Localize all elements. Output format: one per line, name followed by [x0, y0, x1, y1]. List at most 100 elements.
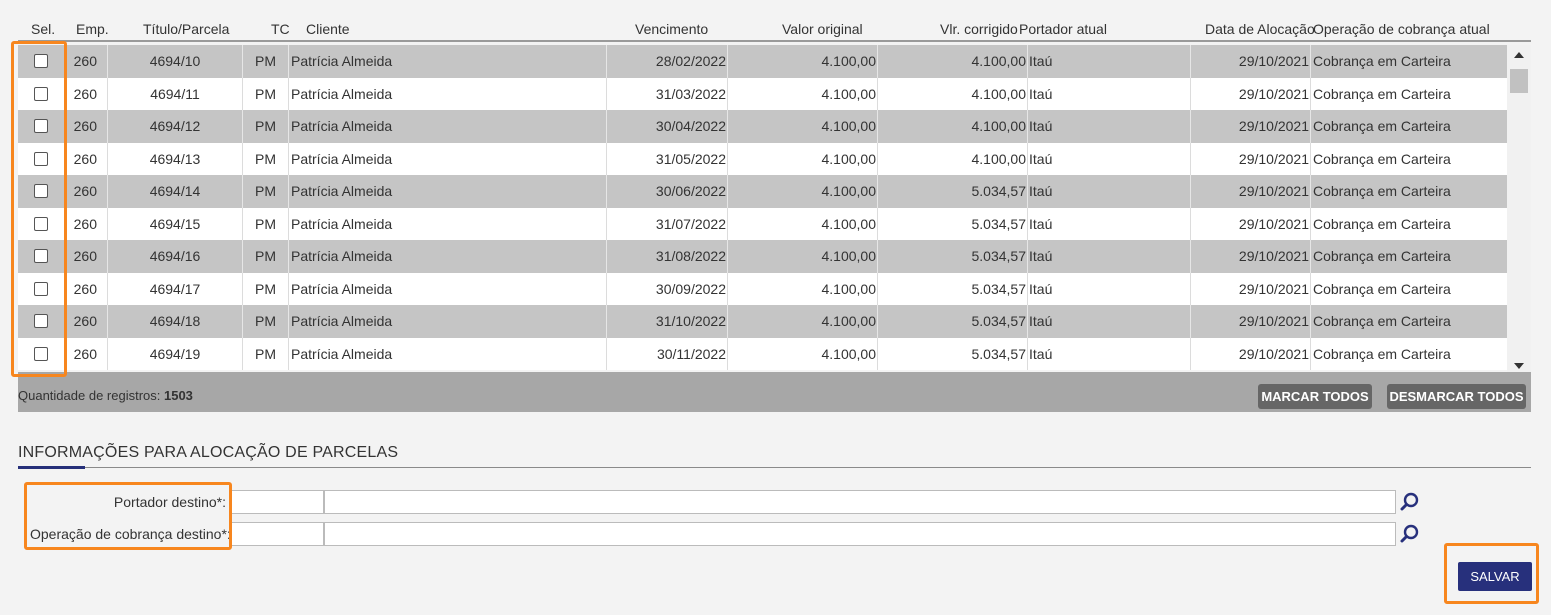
header-titulo[interactable]: Título/Parcela	[143, 21, 229, 37]
arrow-up-icon[interactable]	[1514, 52, 1524, 58]
select-cell	[18, 110, 65, 143]
row-checkbox[interactable]	[34, 184, 48, 198]
header-vencimento[interactable]: Vencimento	[635, 21, 708, 37]
table-row[interactable]: 260 4694/18 PM Patrícia Almeida 31/10/2022 4.…	[18, 305, 1507, 338]
scroll-thumb[interactable]	[1510, 69, 1528, 93]
cell-operacao: Cobrança em Carteira	[1313, 248, 1451, 264]
portador-destino-desc-input[interactable]	[324, 490, 1396, 514]
record-count-value: 1503	[163, 388, 193, 403]
cell-portador: Itaú	[1028, 337, 1191, 370]
row-checkbox[interactable]	[34, 216, 48, 231]
unmark-all-button[interactable]: DESMARCAR TODOS	[1387, 384, 1526, 409]
header-emp[interactable]: Emp.	[76, 21, 109, 37]
row-checkbox[interactable]	[34, 119, 48, 133]
table-row[interactable]: 260 4694/19 PM Patrícia Almeida 30/11/2022 4.…	[18, 337, 1507, 370]
cell-emp: 260	[65, 240, 108, 273]
cell-titulo: 4694/19	[108, 337, 243, 370]
cell-tc: PM	[243, 142, 289, 175]
row-checkbox[interactable]	[34, 151, 48, 166]
mark-all-button[interactable]: MARCAR TODOS	[1258, 384, 1372, 409]
table-row[interactable]: 260 4694/15 PM Patrícia Almeida 31/07/2022 4.…	[18, 207, 1507, 240]
row-checkbox[interactable]	[34, 86, 48, 101]
cell-operacao: Cobrança em Carteira	[1313, 345, 1451, 362]
table-row[interactable]: 260 4694/17 PM Patrícia Almeida 30/09/2022 4.…	[18, 272, 1507, 305]
cell-operacao: Cobrança em Carteira	[1313, 85, 1451, 102]
cell-data-alocacao: 29/10/2021	[1191, 207, 1311, 240]
cell-titulo: 4694/17	[108, 272, 243, 305]
header-tc[interactable]: TC	[271, 21, 290, 37]
cell-titulo: 4694/11	[108, 77, 243, 110]
cell-valor-original: 4.100,00	[728, 337, 878, 370]
cell-data-alocacao: 29/10/2021	[1191, 305, 1311, 338]
select-cell	[18, 77, 65, 110]
cell-portador: Itaú	[1028, 240, 1191, 273]
cell-cliente: Patrícia Almeida	[289, 175, 607, 208]
cell-emp: 260	[65, 337, 108, 370]
row-checkbox[interactable]	[34, 54, 48, 68]
cell-cliente: Patrícia Almeida	[289, 240, 607, 273]
table-row[interactable]: 260 4694/12 PM Patrícia Almeida 30/04/2022 4.…	[18, 110, 1507, 143]
table-row[interactable]: 260 4694/16 PM Patrícia Almeida 31/08/2022 4.…	[18, 240, 1507, 273]
cell-cliente: Patrícia Almeida	[289, 45, 607, 78]
row-checkbox[interactable]	[34, 314, 48, 328]
cell-data-alocacao: 29/10/2021	[1191, 142, 1311, 175]
record-count: Quantidade de registros: 1503	[18, 388, 193, 403]
table-row[interactable]: 260 4694/10 PM Patrícia Almeida 28/02/2022 4.…	[18, 45, 1507, 78]
cell-titulo: 4694/15	[108, 207, 243, 240]
header-data-alocacao[interactable]: Data de Alocação	[1205, 21, 1315, 37]
row-checkbox[interactable]	[34, 346, 48, 361]
header-cliente[interactable]: Cliente	[306, 21, 350, 37]
header-operacao[interactable]: Operação de cobrança atual	[1313, 21, 1490, 37]
cell-valor-original: 4.100,00	[728, 305, 878, 338]
cell-emp: 260	[65, 305, 108, 338]
cell-tc: PM	[243, 272, 289, 305]
header-sel[interactable]: Sel.	[31, 21, 55, 37]
cell-vencimento: 30/04/2022	[607, 110, 728, 143]
cell-vlr-corrigido: 4.100,00	[878, 77, 1028, 110]
portador-destino-code-input[interactable]	[230, 490, 324, 514]
cell-vencimento: 31/03/2022	[607, 77, 728, 110]
cell-cliente: Patrícia Almeida	[289, 337, 607, 370]
table-row[interactable]: 260 4694/14 PM Patrícia Almeida 30/06/2022 4.…	[18, 175, 1507, 208]
cell-cliente: Patrícia Almeida	[289, 110, 607, 143]
cell-vencimento: 30/11/2022	[607, 337, 728, 370]
header-vlr-corrigido[interactable]: Vlr. corrigido	[940, 21, 1018, 37]
cell-vlr-corrigido: 5.034,57	[878, 337, 1028, 370]
cell-portador: Itaú	[1028, 142, 1191, 175]
cell-vlr-corrigido: 5.034,57	[878, 240, 1028, 273]
operacao-destino-label: Operação de cobrança destino*:	[30, 526, 231, 542]
grid-header: Sel. Emp. Título/Parcela TC Cliente Venc…	[18, 14, 1531, 42]
cell-emp: 260	[65, 272, 108, 305]
cell-titulo: 4694/10	[108, 45, 243, 78]
cell-emp: 260	[65, 175, 108, 208]
section-title: INFORMAÇÕES PARA ALOCAÇÃO DE PARCELAS	[18, 444, 399, 461]
cell-tc: PM	[243, 337, 289, 370]
row-checkbox[interactable]	[34, 249, 48, 263]
cell-data-alocacao: 29/10/2021	[1191, 45, 1311, 78]
cell-vencimento: 30/09/2022	[607, 272, 728, 305]
cell-titulo: 4694/16	[108, 240, 243, 273]
header-valor-original[interactable]: Valor original	[782, 21, 863, 37]
cell-titulo: 4694/12	[108, 110, 243, 143]
arrow-down-icon[interactable]	[1514, 363, 1524, 369]
cell-vencimento: 31/08/2022	[607, 240, 728, 273]
cell-valor-original: 4.100,00	[728, 175, 878, 208]
search-icon[interactable]	[1399, 491, 1421, 513]
grid-rows: 260 4694/10 PM Patrícia Almeida 28/02/2022 4.…	[18, 45, 1507, 372]
cell-portador: Itaú	[1028, 110, 1191, 143]
search-icon[interactable]	[1399, 523, 1421, 545]
grid-scrollbar[interactable]	[1507, 45, 1531, 372]
select-cell	[18, 240, 65, 273]
table-row[interactable]: 260 4694/13 PM Patrícia Almeida 31/05/2022 4.…	[18, 142, 1507, 175]
cell-valor-original: 4.100,00	[728, 142, 878, 175]
cell-data-alocacao: 29/10/2021	[1191, 240, 1311, 273]
operacao-destino-code-input[interactable]	[230, 522, 324, 546]
table-row[interactable]: 260 4694/11 PM Patrícia Almeida 31/03/2022 4.…	[18, 77, 1507, 110]
cell-titulo: 4694/13	[108, 142, 243, 175]
cell-data-alocacao: 29/10/2021	[1191, 77, 1311, 110]
cell-vlr-corrigido: 4.100,00	[878, 142, 1028, 175]
operacao-destino-desc-input[interactable]	[324, 522, 1396, 546]
save-button[interactable]: SALVAR	[1458, 562, 1532, 591]
header-portador[interactable]: Portador atual	[1019, 21, 1107, 37]
row-checkbox[interactable]	[34, 281, 48, 296]
